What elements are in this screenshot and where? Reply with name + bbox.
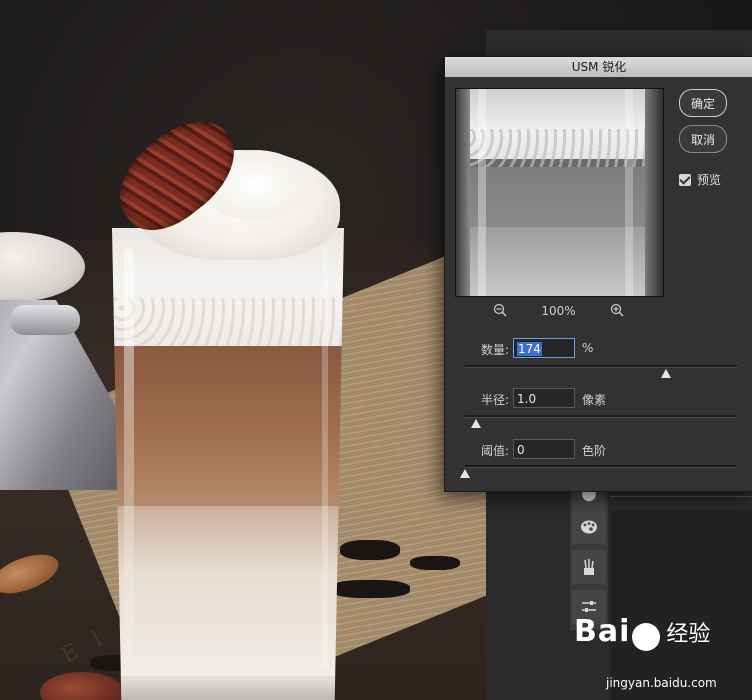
watermark-url: jingyan.baidu.com [606, 676, 717, 690]
amount-slider-thumb[interactable] [661, 369, 672, 378]
glass-highlight [322, 248, 328, 668]
amount-unit: % [582, 341, 594, 355]
zoom-in-icon[interactable] [610, 303, 624, 317]
preview-toggle[interactable]: 预览 [679, 171, 721, 188]
radius-slider-thumb[interactable] [470, 419, 481, 428]
milk-layer [112, 506, 344, 676]
amount-value: 174 [517, 342, 542, 356]
preview-label: 预览 [697, 173, 722, 187]
threshold-slider-track[interactable] [465, 465, 737, 468]
radius-row: 半径: 1.0 像素 [445, 388, 752, 410]
tea-leaves [340, 540, 400, 560]
amount-label: 数量: [481, 343, 510, 357]
ok-button[interactable]: 确定 [679, 89, 727, 117]
palette-icon[interactable] [572, 510, 606, 544]
glass-base [112, 676, 344, 700]
threshold-unit: 色阶 [582, 444, 607, 458]
threshold-field[interactable]: 0 [513, 439, 575, 459]
watermark-logo-suffix: 经验 [666, 622, 711, 647]
threshold-slider-thumb[interactable] [460, 469, 470, 478]
watermark-logo: Bai [574, 614, 631, 649]
tea-leaves [330, 580, 410, 598]
amount-slider-track[interactable] [465, 365, 737, 368]
scale-neck [10, 305, 80, 335]
usm-sharpen-dialog: USM 锐化 100% 确定 取消 预览 数量: 174 % 半径: 1.0 像… [444, 56, 752, 492]
coffee-glass [112, 228, 344, 700]
radius-unit: 像素 [582, 393, 607, 407]
panel-area [610, 510, 752, 700]
cancel-button[interactable]: 取消 [679, 125, 727, 153]
threshold-label: 阈值: [481, 444, 510, 458]
panel-divider [610, 496, 752, 497]
preview-highlight [478, 89, 486, 296]
glass-highlight [124, 248, 134, 668]
baidu-watermark: Bai 经验 [574, 614, 710, 651]
amount-field[interactable]: 174 [513, 338, 575, 358]
radius-field[interactable]: 1.0 [513, 388, 575, 408]
preview-highlight [625, 89, 633, 296]
threshold-row: 阈值: 0 色阶 [445, 439, 752, 461]
preview-thumbnail[interactable] [455, 88, 664, 297]
foam-lace [112, 298, 344, 346]
zoom-controls: 100% [455, 301, 662, 321]
amount-row: 数量: 174 % [445, 338, 752, 360]
preview-edge [645, 89, 663, 296]
radius-label: 半径: [481, 393, 510, 407]
brushes-icon[interactable] [572, 550, 606, 584]
coffee-layer [112, 346, 344, 506]
dialog-title[interactable]: USM 锐化 [445, 57, 752, 77]
tea-leaves [410, 556, 460, 570]
preview-edge [456, 89, 470, 296]
radius-slider-track[interactable] [465, 415, 737, 418]
paw-icon [632, 622, 661, 651]
preview-checkbox[interactable] [679, 173, 691, 186]
zoom-level: 100% [541, 304, 576, 318]
